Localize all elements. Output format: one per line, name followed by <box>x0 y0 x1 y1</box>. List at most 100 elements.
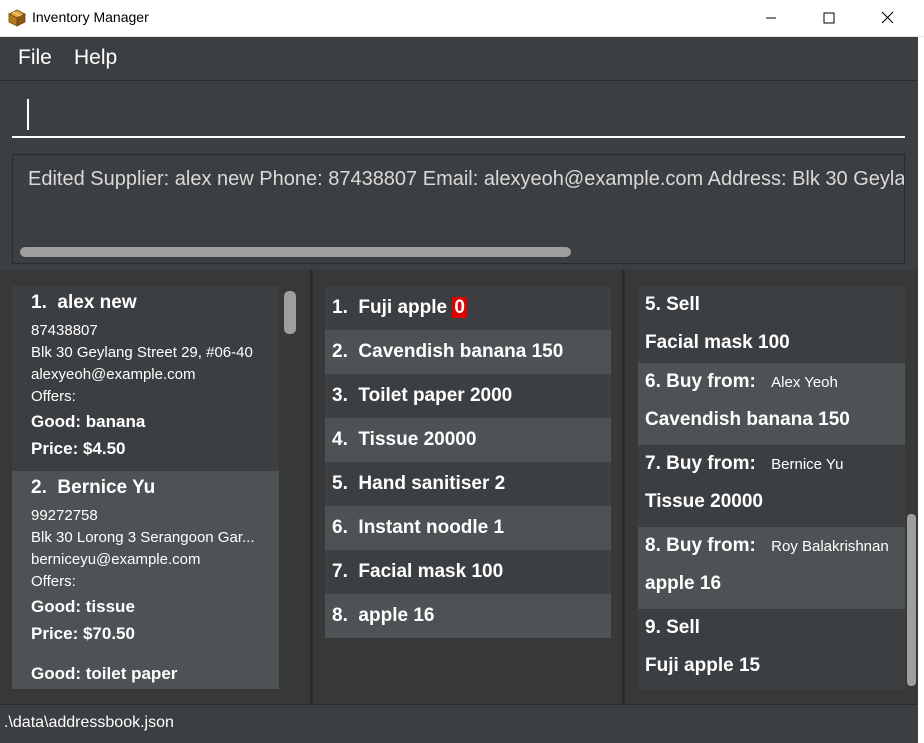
transaction-list-scrollbar[interactable] <box>907 514 916 686</box>
transaction-good: Fuji apple 15 <box>645 655 761 676</box>
close-icon <box>881 9 894 28</box>
transaction-card[interactable]: 8. Buy from: Roy Balakrishnan apple 16 <box>638 527 905 609</box>
good-row[interactable]: 7. Facial mask 100 <box>325 550 611 594</box>
supplier-name: 2. Bernice Yu <box>31 471 279 505</box>
transaction-card[interactable]: 5. Sell Facial mask 100 <box>638 286 905 363</box>
good-index: 2. <box>332 341 348 362</box>
good-quantity-low-stock: 0 <box>452 297 467 318</box>
good-row[interactable]: 6. Instant noodle 1 <box>325 506 611 550</box>
data-file-path: .\data\addressbook.json <box>4 714 174 731</box>
good-name: Fuji apple <box>358 297 448 318</box>
good-row[interactable]: 2. Cavendish banana 150 <box>325 330 611 374</box>
supplier-phone: 99272758 <box>31 507 98 524</box>
good-name: Cavendish banana <box>358 341 527 362</box>
offer-price: Price: $70.50 <box>31 624 135 643</box>
pane-divider[interactable] <box>310 270 313 704</box>
offer-good: Good: tissue <box>31 597 135 616</box>
window-title: Inventory Manager <box>32 9 149 25</box>
transaction-good: Facial mask 100 <box>645 332 790 353</box>
title-bar: Inventory Manager <box>0 0 924 37</box>
minimize-icon <box>765 9 777 28</box>
status-bar: .\data\addressbook.json <box>0 704 918 743</box>
maximize-button[interactable] <box>800 0 858 37</box>
menu-bar: File Help <box>0 37 918 81</box>
supplier-list-scrollbar[interactable] <box>284 291 296 334</box>
transaction-party: Bernice Yu <box>771 456 844 473</box>
transaction-card[interactable]: 6. Buy from: Alex Yeoh Cavendish banana … <box>638 363 905 445</box>
supplier-index: 2. <box>31 477 47 498</box>
offer-price: Price: $4.50 <box>31 439 126 458</box>
pane-divider[interactable] <box>622 270 625 704</box>
transaction-type-label: 8. Buy from: <box>645 535 756 556</box>
transaction-type: 8. Buy from: Roy Balakrishnan <box>645 527 905 565</box>
supplier-index: 1. <box>31 292 47 313</box>
app-box-icon <box>8 9 26 27</box>
good-quantity: 16 <box>413 605 435 626</box>
supplier-card[interactable]: 1. alex new 87438807 Blk 30 Geylang Stre… <box>12 286 279 471</box>
maximize-icon <box>823 9 835 28</box>
good-name: Hand sanitiser <box>358 473 490 494</box>
good-row[interactable]: 5. Hand sanitiser 2 <box>325 462 611 506</box>
transaction-card[interactable]: 7. Buy from: Bernice Yu Tissue 20000 <box>638 445 905 527</box>
transaction-party: Roy Balakrishnan <box>771 538 889 555</box>
transaction-type: 9. Sell <box>645 617 700 638</box>
good-index: 7. <box>332 561 348 582</box>
transaction-good: apple 16 <box>645 573 722 594</box>
good-name: apple <box>358 605 409 626</box>
transaction-card[interactable]: 9. Sell Fuji apple 15 <box>638 609 905 690</box>
supplier-name: 1. alex new <box>31 286 279 320</box>
transaction-good: Tissue 20000 <box>645 491 763 512</box>
supplier-address: Blk 30 Lorong 3 Serangoon Gar... <box>31 529 255 546</box>
transaction-type-label: 7. Buy from: <box>645 453 756 474</box>
good-quantity: 100 <box>471 561 504 582</box>
close-button[interactable] <box>858 0 916 37</box>
good-index: 6. <box>332 517 348 538</box>
good-index: 8. <box>332 605 348 626</box>
good-quantity: 150 <box>531 341 564 362</box>
good-quantity: 1 <box>493 517 505 538</box>
supplier-name-text: alex new <box>57 292 137 313</box>
transaction-type-label: 6. Buy from: <box>645 371 756 392</box>
command-input[interactable] <box>12 94 905 138</box>
transaction-type: 5. Sell <box>645 294 700 315</box>
supplier-name-text: Bernice Yu <box>57 477 156 498</box>
result-horizontal-scrollbar[interactable] <box>20 247 571 257</box>
transaction-good: Cavendish banana 150 <box>645 409 850 430</box>
transaction-party: Alex Yeoh <box>771 374 838 391</box>
supplier-offers-label: Offers: <box>31 388 76 405</box>
supplier-list[interactable]: 1. alex new 87438807 Blk 30 Geylang Stre… <box>12 286 279 689</box>
transaction-type: 7. Buy from: Bernice Yu <box>645 445 905 483</box>
result-display[interactable]: Edited Supplier: alex new Phone: 8743880… <box>12 154 905 264</box>
minimize-button[interactable] <box>742 0 800 37</box>
window-border <box>918 37 924 743</box>
good-row[interactable]: 8. apple 16 <box>325 594 611 638</box>
good-quantity: 2 <box>494 473 506 494</box>
supplier-card[interactable]: 2. Bernice Yu 99272758 Blk 30 Lorong 3 S… <box>12 471 279 689</box>
result-message: Edited Supplier: alex new Phone: 8743880… <box>28 168 905 190</box>
good-index: 3. <box>332 385 348 406</box>
supplier-address: Blk 30 Geylang Street 29, #06-40 <box>31 344 253 361</box>
good-index: 5. <box>332 473 348 494</box>
good-name: Tissue <box>358 429 419 450</box>
good-index: 4. <box>332 429 348 450</box>
good-name: Instant noodle <box>358 517 489 538</box>
good-row[interactable]: 4. Tissue 20000 <box>325 418 611 462</box>
good-quantity: 20000 <box>423 429 477 450</box>
good-row[interactable]: 3. Toilet paper 2000 <box>325 374 611 418</box>
good-quantity: 2000 <box>469 385 513 406</box>
good-name: Toilet paper <box>358 385 465 406</box>
transaction-type: 6. Buy from: Alex Yeoh <box>645 363 905 401</box>
menu-help[interactable]: Help <box>74 46 117 70</box>
supplier-phone: 87438807 <box>31 322 98 339</box>
menu-file[interactable]: File <box>18 46 52 70</box>
supplier-offers-label: Offers: <box>31 573 76 590</box>
good-name: Facial mask <box>358 561 467 582</box>
good-index: 1. <box>332 297 348 318</box>
offer-good: Good: toilet paper <box>31 664 178 683</box>
command-area <box>0 82 918 150</box>
offer-good: Good: banana <box>31 412 146 431</box>
supplier-email: berniceyu@example.com <box>31 551 201 568</box>
supplier-email: alexyeoh@example.com <box>31 366 196 383</box>
text-caret <box>27 99 29 130</box>
good-row[interactable]: 1. Fuji apple 0 <box>325 286 611 330</box>
